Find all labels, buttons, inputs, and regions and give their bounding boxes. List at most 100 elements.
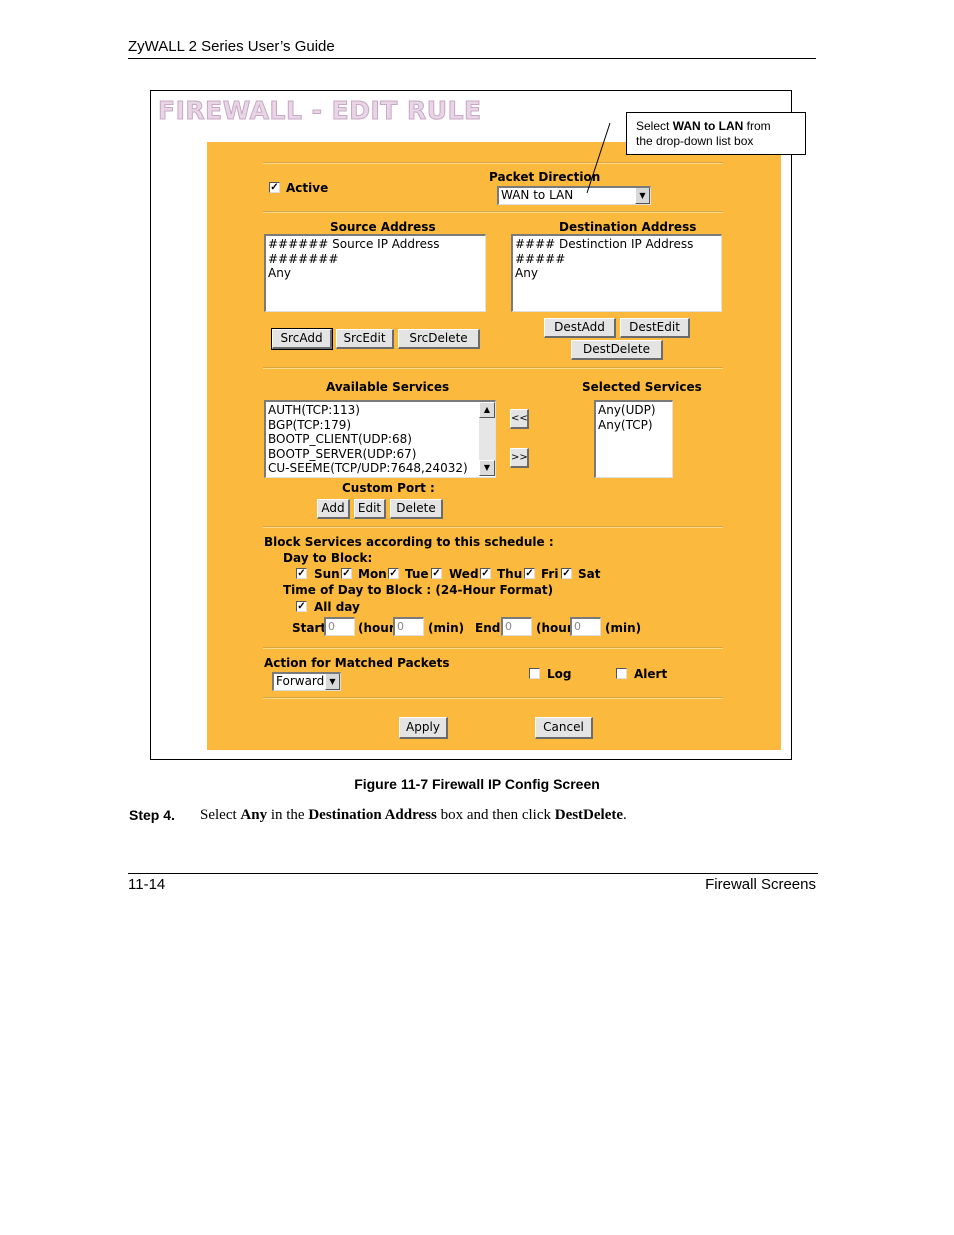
separator	[263, 526, 723, 528]
callout-prefix: Select	[636, 119, 673, 133]
scrollbar[interactable]: ▲ ▼	[479, 402, 495, 476]
list-item[interactable]: AUTH(TCP:113)	[268, 403, 477, 418]
edit-rule-panel: ✓ Active Packet Direction WAN to LAN ▼ S…	[207, 142, 781, 750]
day-label: Thu	[497, 567, 523, 581]
src-edit-button[interactable]: SrcEdit	[336, 329, 394, 349]
day-label: Mon	[358, 567, 387, 581]
src-add-button[interactable]: SrcAdd	[271, 328, 333, 350]
day-to-block-label: Day to Block:	[283, 551, 373, 565]
day-label: Wed	[449, 567, 479, 581]
day-checkbox-mon[interactable]: ✓	[341, 568, 352, 579]
start-min-input[interactable]: 0	[393, 617, 424, 636]
move-right-button[interactable]: >>	[510, 448, 529, 468]
day-checkbox-sat[interactable]: ✓	[561, 568, 572, 579]
list-item[interactable]: BGP(TCP:179)	[268, 418, 477, 433]
available-services-list[interactable]: AUTH(TCP:113) BGP(TCP:179) BOOTP_CLIENT(…	[264, 400, 496, 478]
min-label: (min)	[428, 621, 465, 635]
step-text-part: in the	[267, 807, 309, 823]
step-text-part: .	[623, 807, 627, 823]
min-label: (min)	[605, 621, 642, 635]
day-checkbox-tue[interactable]: ✓	[388, 568, 399, 579]
running-header: ZyWALL 2 Series User’s Guide	[128, 38, 335, 55]
list-item[interactable]: Any(TCP)	[598, 418, 670, 433]
log-checkbox[interactable]	[529, 668, 540, 679]
callout-leader-line	[586, 122, 611, 194]
custom-port-label: Custom Port :	[342, 481, 435, 495]
time-of-day-label: Time of Day to Block : (24-Hour Format)	[283, 583, 554, 597]
day-checkbox-sun[interactable]: ✓	[296, 568, 307, 579]
dest-add-button[interactable]: DestAdd	[544, 318, 616, 338]
apply-button[interactable]: Apply	[399, 717, 448, 739]
custom-add-button[interactable]: Add	[317, 499, 350, 519]
schedule-label: Block Services according to this schedul…	[264, 535, 554, 549]
step-bold-destination: Destination Address	[308, 807, 437, 823]
step-label: Step 4.	[129, 807, 175, 823]
alert-checkbox[interactable]	[616, 668, 627, 679]
packet-direction-value: WAN to LAN	[501, 188, 574, 202]
move-left-button[interactable]: <<	[510, 409, 529, 429]
day-label: Tue	[405, 567, 429, 581]
section-name: Firewall Screens	[705, 876, 816, 893]
dest-delete-button[interactable]: DestDelete	[571, 340, 663, 360]
day-checkbox-thu[interactable]: ✓	[480, 568, 491, 579]
chevron-down-icon[interactable]: ▼	[325, 674, 340, 690]
active-label: Active	[286, 181, 329, 195]
callout-suffix: from	[743, 119, 771, 133]
day-checkbox-fri[interactable]: ✓	[524, 568, 535, 579]
source-address-list[interactable]: ###### Source IP Address ####### Any	[264, 234, 486, 312]
separator	[263, 211, 723, 213]
day-checkbox-wed[interactable]: ✓	[431, 568, 442, 579]
scroll-down-icon[interactable]: ▼	[479, 460, 495, 476]
separator	[263, 367, 723, 369]
src-delete-button[interactable]: SrcDelete	[398, 329, 480, 349]
page-number: 11-14	[128, 876, 166, 893]
callout-bold: WAN to LAN	[672, 119, 744, 133]
available-services-label: Available Services	[326, 380, 450, 394]
list-item[interactable]: ###### Source IP Address #######	[268, 237, 483, 266]
selected-services-list[interactable]: Any(UDP) Any(TCP)	[594, 400, 673, 478]
list-item[interactable]: Any(UDP)	[598, 403, 670, 418]
all-day-label: All day	[314, 600, 360, 614]
end-min-input[interactable]: 0	[570, 617, 601, 636]
list-item[interactable]: Any	[515, 266, 719, 281]
chevron-down-icon[interactable]: ▼	[635, 188, 650, 204]
start-hour-input[interactable]: 0	[324, 617, 355, 636]
destination-address-label: Destination Address	[559, 220, 697, 234]
list-item[interactable]: BOOTP_SERVER(UDP:67)	[268, 447, 477, 462]
step-text: Select Any in the Destination Address bo…	[200, 807, 627, 824]
footer-rule	[128, 873, 818, 874]
log-label: Log	[547, 667, 572, 681]
end-hour-input[interactable]: 0	[501, 617, 532, 636]
step-bold-any: Any	[240, 807, 268, 823]
separator	[263, 647, 723, 649]
alert-label: Alert	[634, 667, 668, 681]
day-label: Sun	[314, 567, 340, 581]
action-label: Action for Matched Packets	[264, 656, 450, 670]
action-value: Forward	[276, 674, 325, 688]
list-item[interactable]: #### Destinction IP Address #####	[515, 237, 719, 266]
all-day-checkbox[interactable]: ✓	[296, 601, 307, 612]
separator	[263, 162, 723, 164]
list-item[interactable]: CU-SEEME(TCP/UDP:7648,24032)	[268, 461, 477, 476]
custom-delete-button[interactable]: Delete	[390, 499, 443, 519]
source-address-label: Source Address	[330, 220, 436, 234]
active-checkbox[interactable]: ✓	[269, 182, 280, 193]
day-label: Sat	[578, 567, 601, 581]
header-rule	[128, 58, 816, 59]
selected-services-label: Selected Services	[582, 380, 702, 394]
list-item[interactable]: BOOTP_CLIENT(UDP:68)	[268, 432, 477, 447]
dest-edit-button[interactable]: DestEdit	[620, 318, 690, 338]
separator	[263, 697, 723, 699]
packet-direction-select[interactable]: WAN to LAN ▼	[497, 186, 651, 205]
step-bold-destdelete: DestDelete	[554, 807, 624, 823]
callout-line2: the drop-down list box	[636, 134, 754, 148]
figure-caption: Figure 11-7 Firewall IP Config Screen	[354, 776, 600, 792]
custom-edit-button[interactable]: Edit	[354, 499, 386, 519]
destination-address-list[interactable]: #### Destinction IP Address ##### Any	[511, 234, 722, 312]
scroll-up-icon[interactable]: ▲	[479, 402, 495, 418]
day-label: Fri	[541, 567, 559, 581]
list-item[interactable]: Any	[268, 266, 483, 281]
step-text-part: box and then click	[436, 807, 555, 823]
action-select[interactable]: Forward ▼	[272, 672, 341, 691]
cancel-button[interactable]: Cancel	[535, 717, 593, 739]
